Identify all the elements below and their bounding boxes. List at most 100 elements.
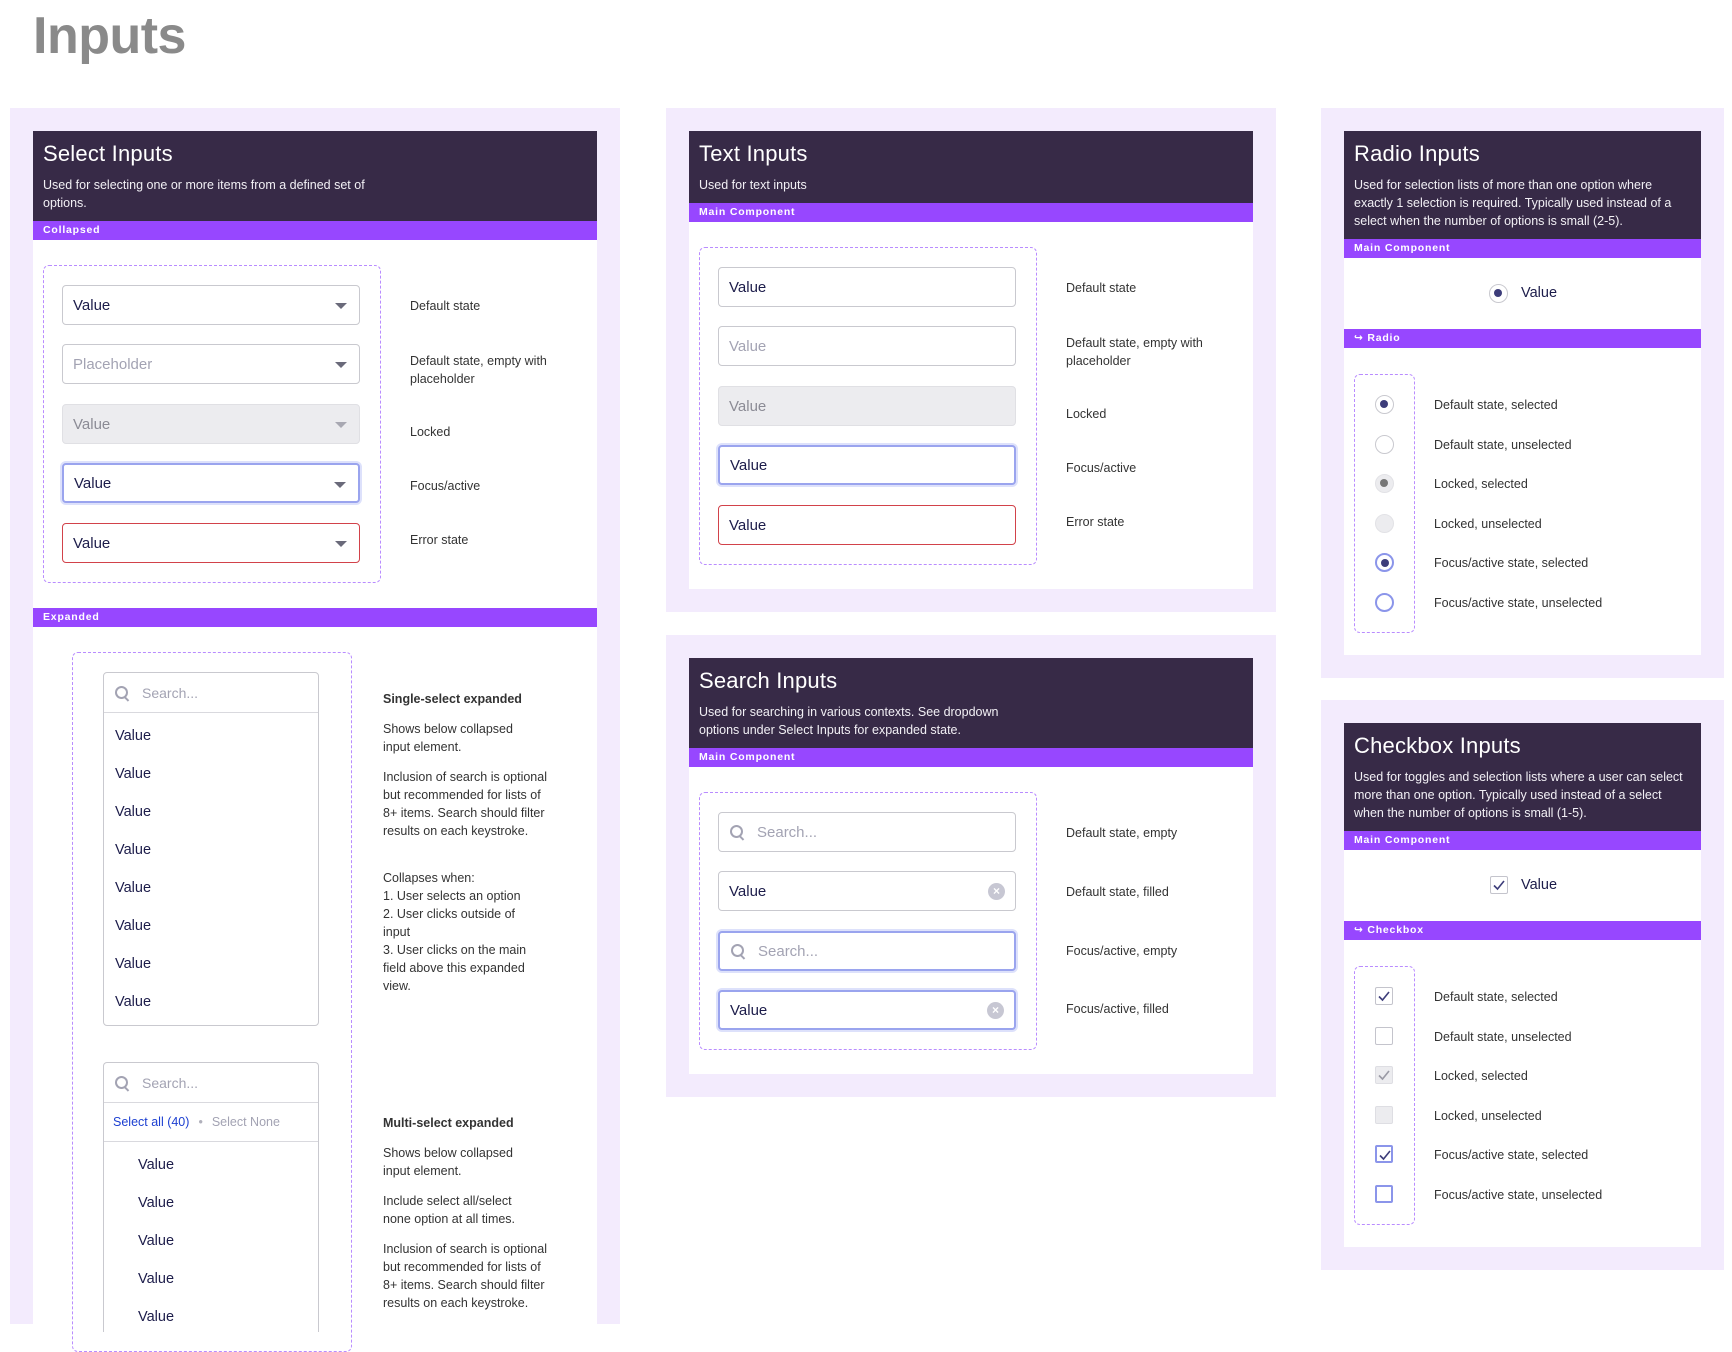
search-input-focus-filled[interactable]: Value ×: [718, 990, 1016, 1030]
checkbox-main[interactable]: [1490, 876, 1508, 894]
radio-dot: [1380, 558, 1389, 567]
select-all-row: Select all (40) • Select None: [104, 1103, 318, 1142]
search-input-empty[interactable]: Search...: [718, 812, 1016, 852]
select-title: Select Inputs: [43, 141, 173, 166]
state-label: Locked, unselected: [1434, 517, 1542, 531]
text-input-focus[interactable]: Value: [718, 445, 1016, 485]
list-item[interactable]: Value: [138, 1309, 174, 1325]
select-description: Used for selecting one or more items fro…: [43, 178, 365, 210]
radio-inputs-section: Radio Inputs Used for selection lists of…: [1321, 108, 1724, 678]
state-label: Focus/active, empty: [1066, 944, 1178, 958]
radio-header: Radio Inputs Used for selection lists of…: [1344, 131, 1701, 239]
clear-icon[interactable]: ×: [988, 883, 1005, 900]
state-label: Focus/active: [1066, 461, 1137, 475]
checkbox-main-label: Value: [1521, 877, 1558, 893]
text-inputs-section: Text Inputs Used for text inputs Main Co…: [666, 108, 1276, 612]
checkbox-header: Checkbox Inputs Used for toggles and sel…: [1344, 723, 1701, 831]
main-component-bar: Main Component: [1344, 239, 1701, 258]
state-label: Locked, unselected: [1434, 1109, 1542, 1123]
select-all-link[interactable]: Select all (40): [113, 1115, 189, 1129]
checkbox-description: Used for toggles and selection lists whe…: [1354, 770, 1683, 820]
list-item[interactable]: Value: [115, 804, 151, 820]
search-placeholder: Search...: [757, 823, 818, 841]
radio-focus-unselected[interactable]: [1375, 593, 1394, 612]
select-value: Value: [74, 474, 112, 492]
clear-icon[interactable]: ×: [987, 1002, 1004, 1019]
search-description: Used for searching in various contexts. …: [699, 705, 999, 737]
list-item[interactable]: Value: [138, 1195, 174, 1211]
radio-main[interactable]: [1489, 284, 1508, 303]
search-icon: [729, 824, 745, 840]
search-placeholder: Search...: [758, 942, 819, 960]
list-item[interactable]: Value: [115, 956, 151, 972]
select-inputs-section: Select Inputs Used for selecting one or …: [10, 108, 620, 1352]
list-item[interactable]: Value: [138, 1157, 174, 1173]
multi-select-note: Include select all/select none option at…: [383, 1194, 516, 1226]
radio-default-unselected[interactable]: [1375, 435, 1394, 454]
single-select-heading: Single-select expanded: [383, 692, 522, 706]
chevron-down-icon: [335, 303, 347, 309]
list-item[interactable]: Value: [115, 994, 151, 1010]
state-label: Focus/active state, selected: [1434, 1148, 1589, 1162]
checkbox-variant-bar: ↪ Checkbox: [1344, 921, 1701, 940]
text-header: Text Inputs Used for text inputs: [689, 131, 1253, 203]
text-description: Used for text inputs: [699, 178, 807, 192]
state-label: Error state: [410, 533, 469, 547]
input-value: Value: [729, 516, 767, 534]
text-input-default[interactable]: Value: [718, 267, 1016, 307]
select-default[interactable]: Value: [62, 285, 360, 325]
state-label: Focus/active, filled: [1066, 1002, 1169, 1016]
search-value: Value: [729, 882, 767, 900]
select-placeholder-text: Placeholder: [73, 355, 153, 373]
radio-description: Used for selection lists of more than on…: [1354, 178, 1672, 228]
chevron-down-icon: [335, 422, 347, 428]
dropdown-search[interactable]: Search...: [104, 1063, 318, 1103]
state-label: Default state, empty with placeholder: [410, 354, 547, 386]
chevron-down-icon: [335, 541, 347, 547]
collapsed-bar: Collapsed: [33, 221, 597, 240]
search-input-filled[interactable]: Value ×: [718, 871, 1016, 911]
check-icon: [1379, 1150, 1391, 1161]
state-label: Focus/active state, unselected: [1434, 596, 1603, 610]
list-item[interactable]: Value: [115, 766, 151, 782]
checkbox-focus-unselected[interactable]: [1375, 1185, 1393, 1203]
select-value: Value: [73, 415, 111, 433]
list-item[interactable]: Value: [115, 728, 151, 744]
dropdown-search[interactable]: Search...: [104, 673, 318, 713]
checkbox-default-selected[interactable]: [1375, 987, 1393, 1005]
select-placeholder[interactable]: Placeholder: [62, 344, 360, 384]
list-item[interactable]: Value: [115, 842, 151, 858]
state-label: Default state: [1066, 281, 1137, 295]
checkbox-focus-selected[interactable]: [1375, 1145, 1393, 1163]
search-placeholder: Search...: [142, 684, 199, 701]
search-input-focus-empty[interactable]: Search...: [718, 931, 1016, 971]
select-error[interactable]: Value: [62, 523, 360, 563]
list-item[interactable]: Value: [115, 918, 151, 934]
text-input-error[interactable]: Value: [718, 505, 1016, 545]
state-label: Locked: [1066, 407, 1107, 421]
radio-dot: [1380, 400, 1388, 408]
separator: •: [198, 1115, 203, 1129]
text-input-placeholder[interactable]: Value: [718, 326, 1016, 366]
select-focus[interactable]: Value: [62, 463, 360, 503]
search-header: Search Inputs Used for searching in vari…: [689, 658, 1253, 748]
state-label: Locked, selected: [1434, 1069, 1528, 1083]
select-value: Value: [73, 296, 111, 314]
radio-default-selected[interactable]: [1375, 395, 1394, 414]
main-component-bar: Main Component: [689, 203, 1253, 222]
radio-focus-selected[interactable]: [1375, 553, 1394, 572]
search-icon: [114, 685, 130, 701]
radio-title: Radio Inputs: [1354, 141, 1480, 166]
state-label: Focus/active: [410, 479, 481, 493]
single-select-note: Collapses when: 1. User selects an optio…: [383, 871, 527, 993]
select-locked: Value: [62, 404, 360, 444]
state-label: Default state, empty with placeholder: [1066, 336, 1203, 368]
list-item[interactable]: Value: [138, 1233, 174, 1249]
search-placeholder: Search...: [142, 1074, 199, 1091]
list-item[interactable]: Value: [138, 1271, 174, 1287]
list-item[interactable]: Value: [115, 880, 151, 896]
select-none-link[interactable]: Select None: [212, 1115, 280, 1129]
input-placeholder: Value: [729, 337, 767, 355]
state-label: Default state, selected: [1434, 398, 1558, 412]
checkbox-default-unselected[interactable]: [1375, 1027, 1393, 1045]
